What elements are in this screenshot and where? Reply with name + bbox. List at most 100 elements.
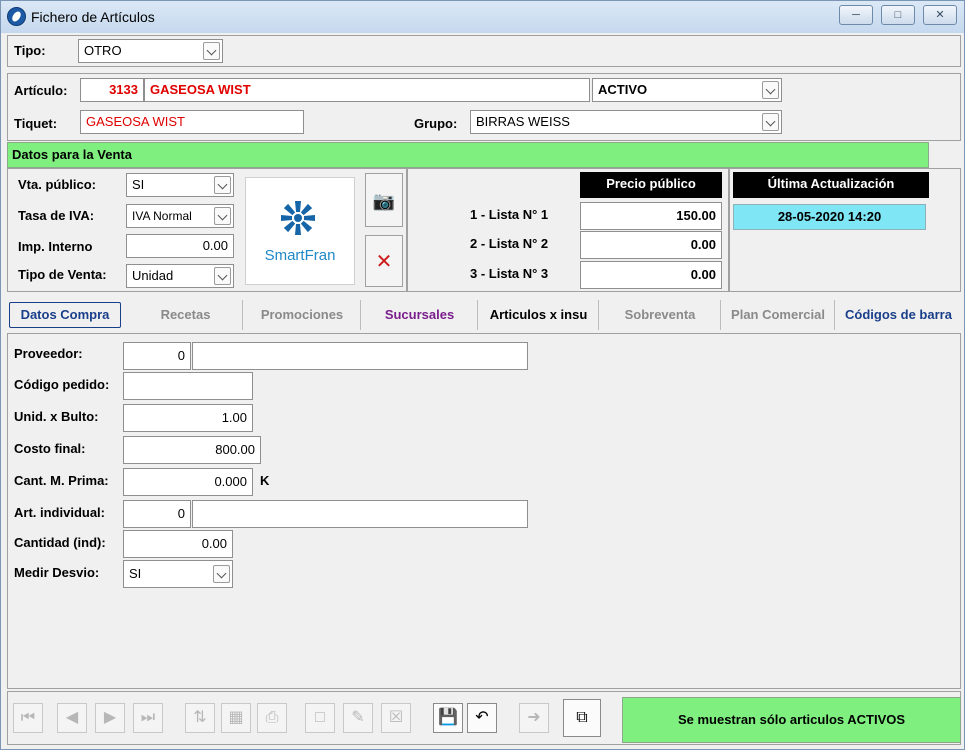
sort-button[interactable]: ⇅ [185, 703, 215, 733]
ultima-header: Última Actualización [733, 172, 929, 198]
articulo-label: Artículo: [14, 83, 68, 98]
window-title: Fichero de Artículos [31, 9, 155, 25]
articulo-code-field[interactable]: 3133 [80, 78, 144, 102]
vta-publico-select[interactable]: SI [126, 173, 234, 197]
costo-final-field[interactable]: 800.00 [123, 436, 261, 464]
tiquet-field[interactable]: GASEOSA WIST [80, 110, 304, 134]
prev-record-button[interactable]: ◀ [57, 703, 87, 733]
minimize-button[interactable]: ─ [839, 5, 873, 25]
grupo-select[interactable]: BIRRAS WEISS [470, 110, 782, 134]
proveedor-label: Proveedor: [14, 346, 83, 361]
proveedor-name-field[interactable] [192, 342, 528, 370]
first-icon: ⏮ [20, 709, 36, 726]
lista-3-label: 3 - Lista N° 3 [470, 266, 549, 281]
medir-desvio-label: Medir Desvio: [14, 565, 100, 580]
cant-mprima-field[interactable]: 0.000 [123, 468, 253, 496]
estado-select[interactable]: ACTIVO [592, 78, 782, 102]
tab-plan-comercial[interactable]: Plan Comercial [722, 300, 835, 330]
next-icon: ▶ [103, 709, 117, 726]
new-button[interactable]: □ [305, 703, 335, 733]
ultima-value: 28-05-2020 14:20 [733, 204, 926, 230]
title-bar: Fichero de Artículos ─ □ ✕ [1, 1, 964, 33]
chevron-down-icon[interactable] [214, 207, 231, 225]
cantidad-ind-field[interactable]: 0.00 [123, 530, 233, 558]
chevron-down-icon[interactable] [762, 81, 779, 99]
venta-header: Datos para la Venta [7, 142, 929, 168]
last-record-button[interactable]: ⏭ [133, 703, 163, 733]
chevron-down-icon[interactable] [214, 267, 231, 285]
tab-promociones[interactable]: Promociones [244, 300, 361, 330]
print-button[interactable]: ⎙ [257, 703, 287, 733]
maximize-button[interactable]: □ [881, 5, 915, 25]
search-button[interactable]: ▦ [221, 703, 251, 733]
last-icon: ⏭ [140, 709, 156, 726]
close-icon: ✕ [935, 9, 945, 21]
cantidad-ind-label: Cantidad (ind): [14, 535, 106, 550]
medir-desvio-select[interactable]: SI [123, 560, 233, 588]
tab-codigos-barra[interactable]: Códigos de barra [836, 300, 961, 330]
save-button[interactable]: 💾 [433, 703, 463, 733]
chevron-down-icon[interactable] [762, 113, 779, 131]
precio-publico-header: Precio público [580, 172, 722, 198]
sort-icon: ⇅ [193, 709, 207, 726]
lista-1-field[interactable]: 150.00 [580, 202, 722, 230]
codigo-pedido-field[interactable] [123, 372, 253, 400]
exit-button[interactable]: ➜ [519, 703, 549, 733]
maximize-icon: □ [894, 9, 902, 21]
delete-button[interactable]: ☒ [381, 703, 411, 733]
tab-articulos-x-insumo[interactable]: Articulos x insu [479, 300, 599, 330]
venta-panel: Vta. público: SI Tasa de IVA: IVA Normal… [7, 168, 407, 292]
logo-text: SmartFran [265, 247, 336, 264]
tasa-iva-label: Tasa de IVA: [18, 208, 95, 223]
tasa-iva-select[interactable]: IVA Normal [126, 204, 234, 228]
smartfran-logo: SmartFran [265, 201, 336, 264]
art-individual-code-field[interactable]: 0 [123, 500, 191, 528]
art-individual-name-field[interactable] [192, 500, 528, 528]
tipo-value: OTRO [84, 43, 122, 58]
print-icon: ⎙ [265, 709, 279, 726]
vta-publico-label: Vta. público: [18, 177, 96, 192]
tab-recetas[interactable]: Recetas [129, 300, 243, 330]
tab-sucursales[interactable]: Sucursales [362, 300, 478, 330]
chevron-down-icon[interactable] [203, 42, 220, 60]
lista-3-field[interactable]: 0.00 [580, 261, 722, 289]
exit-icon: ➜ [527, 709, 541, 726]
tipo-venta-select[interactable]: Unidad [126, 264, 234, 288]
chevron-down-icon[interactable] [213, 565, 230, 583]
grupo-value: BIRRAS WEISS [476, 114, 570, 129]
next-record-button[interactable]: ▶ [95, 703, 125, 733]
prev-icon: ◀ [65, 709, 79, 726]
copy-button[interactable]: ⧉ [563, 699, 601, 737]
tipo-label: Tipo: [14, 43, 46, 58]
unid-bulto-field[interactable]: 1.00 [123, 404, 253, 432]
imp-interno-field[interactable]: 0.00 [126, 234, 234, 258]
tab-datos-compra[interactable]: Datos Compra [9, 302, 121, 328]
lista-2-label: 2 - Lista N° 2 [470, 236, 549, 251]
tipo-select[interactable]: OTRO [78, 39, 223, 63]
proveedor-code-field[interactable]: 0 [123, 342, 191, 370]
lista-1-label: 1 - Lista N° 1 [470, 207, 549, 222]
cant-mprima-label: Cant. M. Prima: [14, 473, 109, 488]
first-record-button[interactable]: ⏮ [13, 703, 43, 733]
undo-button[interactable]: ↶ [467, 703, 497, 733]
precios-panel: Precio público 1 - Lista N° 1 150.00 2 -… [407, 168, 729, 292]
chevron-down-icon[interactable] [214, 176, 231, 194]
save-icon: 💾 [438, 709, 458, 726]
tiquet-label: Tiquet: [14, 116, 58, 131]
art-individual-label: Art. individual: [14, 505, 105, 520]
articulo-name-field[interactable]: GASEOSA WIST [144, 78, 590, 102]
medir-desvio-value: SI [129, 566, 142, 581]
copy-icon: ⧉ [576, 709, 588, 726]
new-icon: □ [315, 709, 325, 726]
camera-button[interactable]: 📷 [365, 173, 403, 227]
tab-sobreventa[interactable]: Sobreventa [600, 300, 721, 330]
edit-button[interactable]: ✎ [343, 703, 373, 733]
close-icon: ✕ [375, 251, 393, 273]
undo-icon: ↶ [475, 709, 489, 726]
tipo-panel: Tipo: OTRO [7, 35, 961, 67]
datos-compra-panel: Proveedor: 0 Código pedido: Unid. x Bult… [7, 333, 961, 689]
close-window-button[interactable]: ✕ [923, 5, 957, 25]
status-message: Se muestran sólo articulos ACTIVOS [622, 697, 961, 743]
delete-image-button[interactable]: ✕ [365, 235, 403, 287]
lista-2-field[interactable]: 0.00 [580, 231, 722, 259]
